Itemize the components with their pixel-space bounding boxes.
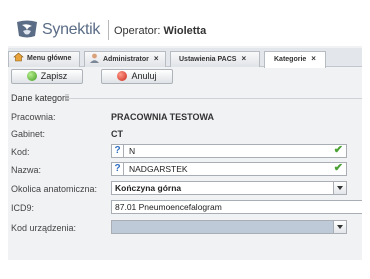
pracownia-value: PRACOWNIA TESTOWA — [111, 112, 214, 122]
kod-urzadzenia-label: Kod urządzenia: — [11, 223, 77, 233]
kod-input-value: N — [129, 146, 136, 156]
icd9-value: 87.01 Pneumoencefalogram — [115, 202, 222, 212]
cancel-button[interactable]: Anuluj — [101, 69, 173, 84]
operator-info: Operator: Wioletta — [114, 25, 206, 37]
close-tab-icon[interactable]: × — [241, 54, 246, 63]
nazwa-label: Nazwa: — [11, 165, 42, 175]
close-tab-icon[interactable]: × — [154, 54, 159, 63]
tab-kategorie[interactable]: Kategorie × — [264, 51, 326, 68]
header-divider — [108, 20, 109, 40]
operator-label: Operator: — [114, 25, 161, 37]
kod-label: Kod: — [11, 147, 30, 157]
pracownia-label: Pracownia: — [11, 112, 56, 122]
section-divider — [66, 98, 362, 99]
kod-field[interactable]: ? N ✔ — [111, 144, 347, 158]
cancel-icon — [117, 71, 128, 81]
brand-name: Synektik — [42, 21, 101, 38]
icd9-label: ICD9: — [11, 203, 35, 213]
valid-check-icon: ✔ — [333, 162, 343, 174]
nazwa-field[interactable]: ? NADGARSTEK ✔ — [111, 162, 347, 176]
valid-check-icon: ✔ — [333, 144, 343, 156]
close-tab-icon[interactable]: × — [311, 54, 316, 63]
app-window: Synektik Operator: Wioletta Menu główne … — [8, 10, 362, 260]
okolica-selected-value: Kończyna górna — [115, 183, 182, 193]
tab-label: Ustawienia PACS — [179, 56, 237, 63]
kod-urzadzenia-select[interactable] — [111, 220, 347, 234]
save-icon — [26, 71, 37, 81]
chevron-down-icon[interactable] — [333, 182, 346, 194]
section-title: Dane kategorii — [11, 93, 70, 103]
tab-label: Kategorie — [274, 56, 307, 63]
okolica-select[interactable]: Kończyna górna — [111, 181, 347, 195]
home-icon — [13, 52, 24, 62]
save-button[interactable]: Zapisz — [11, 69, 83, 84]
help-icon[interactable]: ? — [112, 163, 124, 175]
icd9-field[interactable]: 87.01 Pneumoencefalogram — [111, 200, 362, 214]
tab-menu-glowne[interactable]: Menu główne — [8, 51, 80, 67]
tab-bar: Menu główne Administrator × Ustawienia PA… — [8, 48, 362, 68]
app-header: Synektik Operator: Wioletta — [8, 10, 362, 46]
nazwa-input-value: NADGARSTEK — [129, 164, 188, 174]
gabinet-label: Gabinet: — [11, 129, 46, 139]
toolbar: Zapisz Anuluj — [8, 68, 362, 84]
save-label: Zapisz — [40, 71, 68, 81]
synektik-logo-icon — [17, 20, 37, 38]
operator-name: Wioletta — [163, 25, 207, 37]
user-icon — [90, 53, 99, 63]
okolica-label: Okolica anatomiczna: — [11, 184, 98, 194]
tab-ustawienia-pacs[interactable]: Ustawienia PACS × — [170, 51, 260, 67]
chevron-down-icon[interactable] — [333, 221, 346, 233]
gabinet-value: CT — [111, 129, 123, 139]
cancel-label: Anuluj — [131, 71, 157, 81]
help-icon[interactable]: ? — [112, 145, 124, 157]
tab-administrator[interactable]: Administrator × — [84, 51, 166, 67]
tab-label: Menu główne — [27, 55, 72, 62]
tab-label: Administrator — [103, 56, 149, 63]
